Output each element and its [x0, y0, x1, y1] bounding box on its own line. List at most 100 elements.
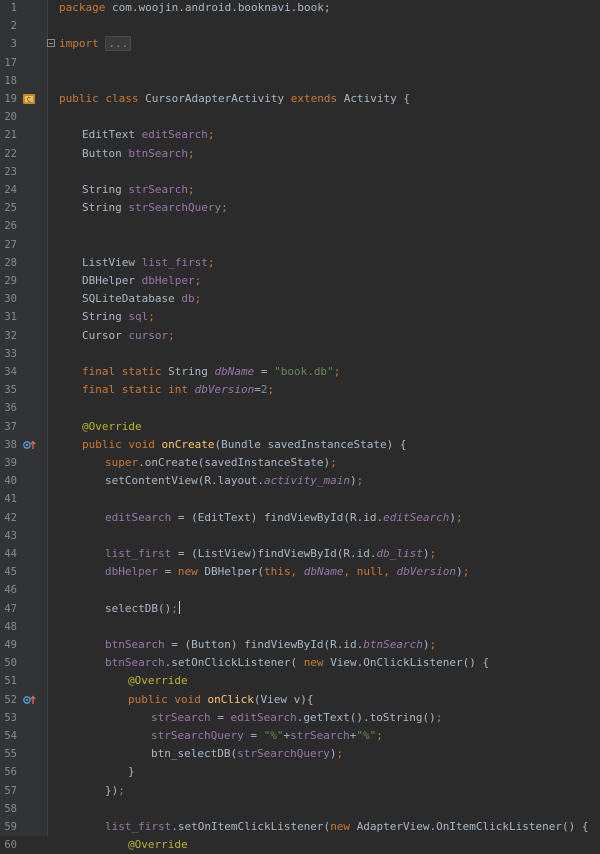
code-line[interactable]: 55 btn_selectDB(strSearchQuery);: [0, 745, 600, 763]
code-token: ): [422, 638, 430, 651]
code-token: String: [82, 201, 129, 215]
line-number: 45: [4, 566, 17, 579]
code-line[interactable]: 29 DBHelper dbHelper;: [0, 272, 600, 290]
code-line[interactable]: 50 btnSearch.setOnClickListener( new View…: [0, 654, 600, 672]
code-line[interactable]: 26: [0, 217, 600, 235]
code-token: super: [105, 456, 139, 469]
code-line[interactable]: 56}: [0, 763, 600, 781]
code-text: Button btnSearch;: [82, 145, 195, 163]
line-number: 55: [4, 748, 17, 761]
code-line[interactable]: 47 selectDB();: [0, 600, 600, 618]
code-line[interactable]: 40 setContentView(R.layout.activity_main)…: [0, 472, 600, 490]
code-line[interactable]: 48: [0, 618, 600, 636]
code-line[interactable]: 52 public void onClick(View v){: [0, 691, 600, 709]
line-number: 47: [4, 602, 17, 615]
code-line[interactable]: 46: [0, 581, 600, 599]
code-line[interactable]: 39 super.onCreate(savedInstanceState);: [0, 454, 600, 472]
code-line[interactable]: 28 ListView list_first;: [0, 254, 600, 272]
code-line[interactable]: 33: [0, 345, 600, 363]
code-line[interactable]: 25 String strSearchQuery;: [0, 199, 600, 217]
code-token: import: [59, 37, 106, 51]
code-line[interactable]: 42 editSearch = (EditText) findViewById(R…: [0, 509, 600, 527]
code-token: Cursor: [82, 328, 129, 342]
code-line[interactable]: 3 import ...: [0, 35, 600, 53]
code-line[interactable]: 19 Cpublic class CursorAdapterActivity ex…: [0, 90, 600, 108]
override-icon[interactable]: [22, 439, 38, 451]
code-line[interactable]: 51 @Override: [0, 672, 600, 690]
line-number: 41: [4, 493, 17, 506]
code-token: list_first: [105, 820, 172, 833]
code-text: Cursor cursor;: [82, 327, 175, 345]
line-number: 31: [4, 311, 17, 324]
code-line[interactable]: 59 list_first.setOnItemClickListener(new …: [0, 818, 600, 836]
code-line[interactable]: 36: [0, 399, 600, 417]
code-token: ;: [118, 783, 125, 797]
code-line[interactable]: 34 final static String dbName = "book.db"…: [0, 363, 600, 381]
line-number: 38: [4, 438, 17, 451]
code-token: ;: [187, 146, 195, 160]
code-text: String sql;: [82, 308, 155, 326]
line-number: 19: [4, 93, 17, 105]
code-token: strSearchQuery: [151, 729, 244, 742]
code-line[interactable]: 54 strSearchQuery = "%"+strSearch+"%";: [0, 727, 600, 745]
code-line[interactable]: 1 package com.woojin.android.booknavi.boo…: [0, 0, 600, 17]
line-number: 26: [4, 220, 17, 233]
code-line[interactable]: 43: [0, 527, 600, 545]
code-line[interactable]: 20: [0, 108, 600, 126]
code-token: btnSearch: [363, 638, 423, 651]
code-token: new: [330, 820, 357, 833]
code-token: strSearchQuery: [237, 747, 330, 761]
code-line[interactable]: 49 btnSearch = (Button) findViewById(R.id…: [0, 636, 600, 654]
code-line[interactable]: 57});: [0, 782, 600, 800]
code-line[interactable]: 21 EditText editSearch;: [0, 126, 600, 144]
code-line[interactable]: 31 String sql;: [0, 308, 600, 326]
code-token: .onCreate(savedInstanceState): [138, 456, 331, 469]
code-line[interactable]: 32 Cursor cursor;: [0, 327, 600, 345]
code-token: btnSearch: [128, 146, 188, 160]
code-line[interactable]: 30 SQLiteDatabase db;: [0, 290, 600, 308]
code-line[interactable]: 44 list_first = (ListView)findViewById(R.…: [0, 545, 600, 563]
folded-imports[interactable]: ...: [105, 36, 132, 52]
code-line[interactable]: 22 Button btnSearch;: [0, 145, 600, 163]
code-token: ;: [336, 747, 344, 761]
code-line[interactable]: 37 @Override: [0, 418, 600, 436]
code-line[interactable]: 35 final static int dbVersion=2;: [0, 381, 600, 399]
code-token: = (Button) findViewById(R.id.: [164, 638, 364, 651]
code-line[interactable]: 38 public void onCreate(Bundle savedInsta…: [0, 436, 600, 454]
code-line[interactable]: 17: [0, 54, 600, 72]
override-icon[interactable]: [22, 694, 38, 706]
code-line[interactable]: 53 strSearch = editSearch.getText().toStr…: [0, 709, 600, 727]
code-token: (Bundle savedInstanceState) {: [214, 437, 407, 451]
code-text: dbHelper = new DBHelper(this, dbName, nu…: [105, 563, 469, 581]
code-token: extends: [290, 92, 344, 105]
line-number: 29: [4, 275, 17, 287]
code-text: list_first.setOnItemClickListener(new Ad…: [105, 818, 588, 836]
code-token: String: [168, 365, 215, 378]
code-line[interactable]: 18: [0, 72, 600, 90]
code-line[interactable]: 24 String strSearch;: [0, 181, 600, 199]
line-number: 23: [4, 165, 17, 178]
code-token: btnSearch: [105, 656, 165, 670]
code-line[interactable]: 45 dbHelper = new DBHelper(this, dbName, …: [0, 563, 600, 581]
code-token: ;: [194, 292, 202, 306]
line-number: 43: [4, 529, 17, 542]
fold-expand-icon[interactable]: [47, 39, 55, 48]
code-line[interactable]: 41: [0, 490, 600, 508]
line-number: 59: [4, 821, 17, 833]
code-line[interactable]: 58: [0, 800, 600, 818]
code-text: btn_selectDB(strSearchQuery);: [151, 745, 343, 763]
code-token: public void: [82, 437, 162, 451]
code-line[interactable]: 2: [0, 17, 600, 35]
line-number: 56: [4, 766, 17, 779]
code-token: @Override: [82, 419, 142, 433]
class-icon[interactable]: C: [22, 93, 38, 105]
line-number: 30: [4, 293, 17, 306]
code-text: String strSearch;: [82, 181, 195, 199]
code-line[interactable]: 23: [0, 163, 600, 181]
line-number: 28: [4, 256, 17, 269]
code-line[interactable]: 27: [0, 236, 600, 254]
code-line[interactable]: 60 @Override: [0, 836, 600, 854]
code-editor[interactable]: 1 package com.woojin.android.booknavi.boo…: [0, 0, 600, 851]
code-text: @Override: [128, 836, 188, 854]
code-text: @Override: [82, 418, 142, 436]
